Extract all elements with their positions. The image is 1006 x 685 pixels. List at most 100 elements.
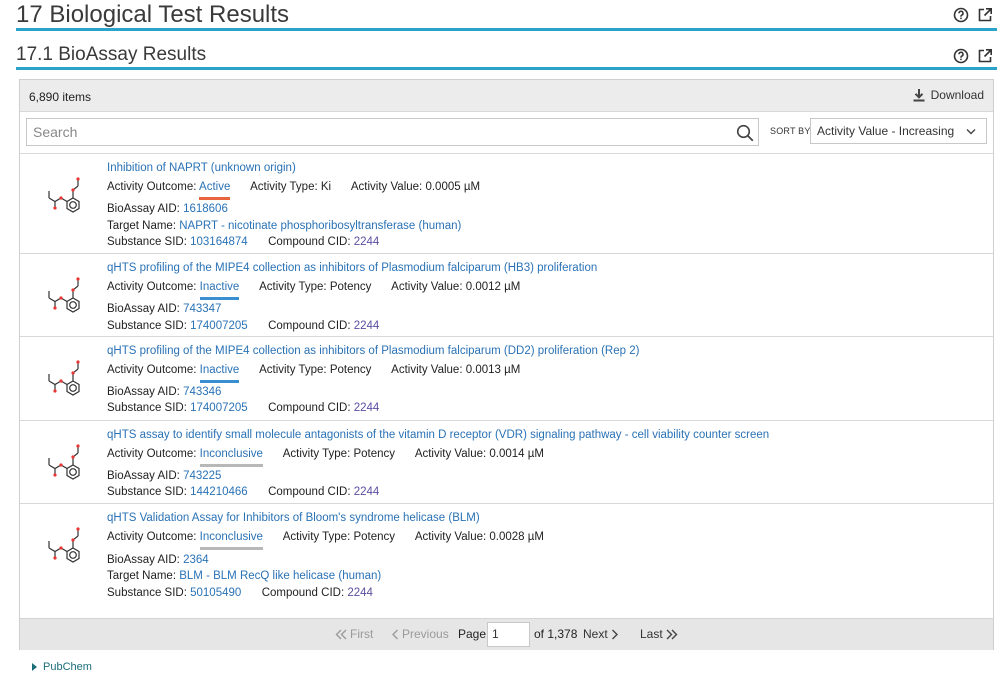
- substance-line: Substance SID: 103164874 Compound CID: 2…: [107, 236, 379, 248]
- activity-outcome-value: Inactive: [199, 281, 240, 293]
- activity-type-value: Potency: [353, 531, 396, 543]
- external-link-icon[interactable]: [977, 48, 993, 64]
- substance-sid-label: Substance SID:: [107, 236, 187, 248]
- substance-sid-label: Substance SID:: [107, 402, 187, 414]
- substance-sid-link[interactable]: 174007205: [190, 402, 248, 414]
- bioassay-aid-link[interactable]: 743225: [183, 470, 221, 482]
- compound-cid-link[interactable]: 2244: [354, 236, 380, 248]
- activity-type-value: Potency: [329, 281, 372, 293]
- activity-outcome-link[interactable]: Inactive: [199, 281, 240, 300]
- activity-outcome-link[interactable]: Active: [199, 181, 231, 200]
- activity-type-value: Potency: [329, 364, 372, 376]
- activity-value: 0.0028 µM: [489, 531, 544, 543]
- activity-outcome-value: Inconclusive: [199, 448, 263, 460]
- activity-outcome-link[interactable]: Inconclusive: [199, 448, 263, 467]
- first-page-button[interactable]: First: [335, 627, 373, 641]
- activity-value-label: Activity Value:: [350, 181, 423, 193]
- activity-outcome-link[interactable]: Inconclusive: [199, 531, 263, 550]
- compound-cid-link[interactable]: 2244: [354, 320, 380, 332]
- page-number-input[interactable]: 1: [487, 622, 530, 647]
- pagination-bar: First Previous Page 1 of 1,378 Next Last: [20, 618, 993, 650]
- items-count: 6,890 items: [29, 90, 92, 104]
- target-name-link[interactable]: BLM - BLM RecQ like helicase (human): [179, 570, 381, 582]
- subsection-header: 17.1 BioAssay Results: [16, 42, 997, 70]
- search-input[interactable]: [27, 119, 727, 145]
- assay-title-link[interactable]: qHTS Validation Assay for Inhibitors of …: [107, 512, 480, 524]
- result-item: qHTS assay to identify small molecule an…: [20, 421, 993, 504]
- assay-title-link[interactable]: qHTS assay to identify small molecule an…: [107, 429, 769, 441]
- help-circle-icon[interactable]: [953, 48, 969, 64]
- compound-structure-image[interactable]: [42, 270, 90, 318]
- activity-line: Activity Outcome: Inactive Activity Type…: [107, 281, 521, 300]
- bioassay-aid-line: BioAssay AID: 2364: [107, 554, 209, 566]
- result-item: qHTS profiling of the MIPE4 collection a…: [20, 337, 993, 421]
- activity-type-label: Activity Type:: [250, 181, 318, 193]
- double-chevron-left-icon: [335, 629, 347, 639]
- bioassay-aid-link[interactable]: 743346: [183, 386, 221, 398]
- target-line: Target Name: NAPRT - nicotinate phosphor…: [107, 220, 461, 232]
- activity-value-label: Activity Value:: [414, 531, 487, 543]
- next-page-button[interactable]: Next: [583, 627, 619, 641]
- sort-value: Activity Value - Increasing: [817, 124, 955, 138]
- outcome-indicator: [199, 547, 263, 550]
- pubchem-link-label: PubChem: [43, 661, 92, 673]
- outcome-indicator: [199, 297, 240, 300]
- chevron-right-icon: [611, 629, 618, 639]
- last-page-button[interactable]: Last: [640, 627, 678, 641]
- section-header: 17 Biological Test Results: [16, 0, 997, 31]
- substance-sid-link[interactable]: 103164874: [190, 236, 248, 248]
- substance-sid-link[interactable]: 174007205: [190, 320, 248, 332]
- compound-cid-label: Compound CID:: [261, 587, 345, 599]
- activity-outcome-label: Activity Outcome:: [107, 448, 197, 460]
- activity-type-value: Potency: [353, 448, 396, 460]
- activity-value: 0.0013 µM: [465, 364, 521, 376]
- sort-select[interactable]: Activity Value - Increasing: [810, 118, 987, 144]
- pubchem-footer-link[interactable]: PubChem: [32, 661, 92, 673]
- bioassay-results-panel: 6,890 items Download SORT BY Activity Va…: [19, 79, 994, 650]
- activity-line: Activity Outcome: Inconclusive Activity …: [107, 531, 544, 550]
- last-label: Last: [640, 627, 663, 641]
- compound-cid-link[interactable]: 2244: [354, 402, 380, 414]
- activity-outcome-link[interactable]: Inactive: [199, 364, 240, 383]
- subsection-title: 17.1 BioAssay Results: [16, 44, 207, 65]
- help-circle-icon[interactable]: [953, 7, 969, 23]
- bioassay-aid-link[interactable]: 2364: [183, 554, 209, 566]
- activity-value: 0.0014 µM: [489, 448, 544, 460]
- substance-sid-link[interactable]: 144210466: [190, 486, 248, 498]
- compound-cid-link[interactable]: 2244: [354, 486, 380, 498]
- substance-sid-link[interactable]: 50105490: [190, 587, 241, 599]
- target-name-link[interactable]: NAPRT - nicotinate phosphoribosyltransfe…: [179, 220, 461, 232]
- assay-title-link[interactable]: qHTS profiling of the MIPE4 collection a…: [107, 345, 639, 357]
- bioassay-aid-link[interactable]: 743347: [183, 303, 221, 315]
- page-label: Page: [458, 627, 487, 641]
- compound-structure-image[interactable]: [42, 520, 90, 568]
- substance-line: Substance SID: 50105490 Compound CID: 22…: [107, 587, 373, 599]
- bioassay-aid-link[interactable]: 1618606: [183, 203, 228, 215]
- previous-page-button[interactable]: Previous: [391, 627, 449, 641]
- substance-sid-label: Substance SID:: [107, 486, 187, 498]
- activity-type-value: Ki: [320, 181, 332, 193]
- download-button[interactable]: Download: [913, 88, 984, 102]
- target-name-label: Target Name:: [107, 570, 177, 582]
- sort-by-label: SORT BY: [770, 126, 811, 136]
- substance-line: Substance SID: 144210466 Compound CID: 2…: [107, 486, 379, 498]
- external-link-icon[interactable]: [977, 7, 993, 23]
- activity-value: 0.0012 µM: [465, 281, 521, 293]
- substance-line: Substance SID: 174007205 Compound CID: 2…: [107, 320, 379, 332]
- search-sort-row: SORT BY Activity Value - Increasing: [20, 112, 993, 154]
- activity-type-label: Activity Type:: [282, 531, 351, 543]
- compound-cid-link[interactable]: 2244: [347, 587, 373, 599]
- result-item: qHTS Validation Assay for Inhibitors of …: [20, 504, 993, 618]
- bioassay-aid-label: BioAssay AID:: [107, 303, 180, 315]
- activity-outcome-label: Activity Outcome:: [107, 281, 197, 293]
- compound-structure-image[interactable]: [42, 437, 90, 485]
- compound-structure-image[interactable]: [42, 353, 90, 401]
- assay-title-link[interactable]: qHTS profiling of the MIPE4 collection a…: [107, 262, 597, 274]
- compound-structure-image[interactable]: [42, 170, 90, 218]
- outcome-indicator: [199, 197, 231, 200]
- panel-header: 6,890 items Download: [20, 80, 993, 112]
- search-icon[interactable]: [736, 124, 754, 142]
- substance-sid-label: Substance SID:: [107, 587, 187, 599]
- activity-value-label: Activity Value:: [414, 448, 487, 460]
- assay-title-link[interactable]: Inhibition of NAPRT (unknown origin): [107, 162, 296, 174]
